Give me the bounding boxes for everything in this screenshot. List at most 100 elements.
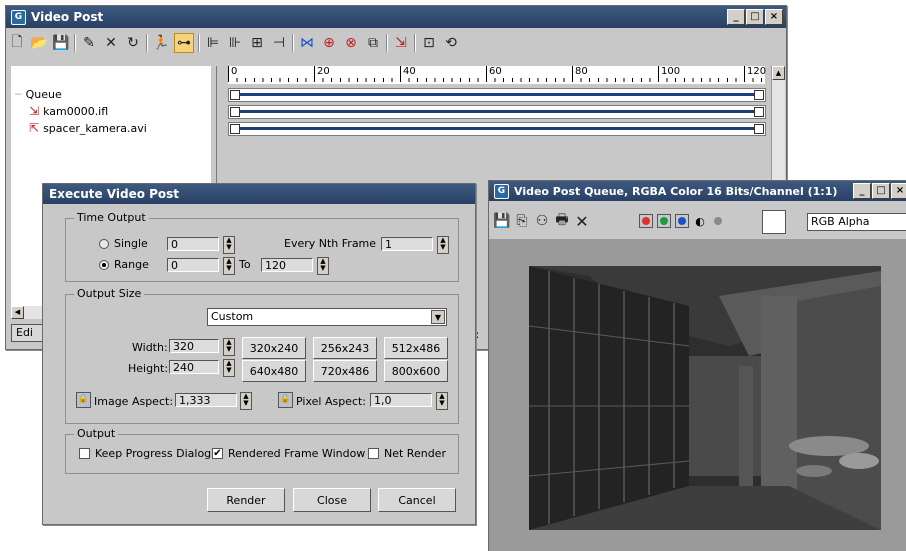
single-frame-spinner[interactable]: ▲ ▼: [223, 236, 235, 254]
width-spinner[interactable]: ▲ ▼: [223, 338, 235, 356]
scroll-up-button[interactable]: ▲: [772, 66, 785, 80]
video-post-toolbar: 🗋 📂 💾 ✎ ✕ ↻ 🏃 ⊶ ⊫ ⊪ ⊞ ⊣ ⋈ ⊕ ⊗ ⧉ ⇲ ⊡ ⟲: [8, 31, 460, 55]
range-to-spinner[interactable]: ▲ ▼: [317, 257, 329, 275]
height-label: Height:: [128, 362, 169, 375]
preset-button-256x243[interactable]: 256x243: [313, 337, 377, 359]
queue-minimize-button[interactable]: _: [853, 183, 871, 199]
cancel-button[interactable]: Cancel: [378, 488, 456, 512]
preset-button-320x240[interactable]: 320x240: [242, 337, 306, 359]
add-image-input-icon[interactable]: ⊕: [320, 34, 338, 52]
align-right-icon[interactable]: ⊪: [226, 34, 244, 52]
preset-button-512x486[interactable]: 512x486: [384, 337, 448, 359]
queue-titlebar[interactable]: G Video Post Queue, RGBA Color 16 Bits/C…: [489, 181, 906, 201]
video-post-title: Video Post: [31, 10, 104, 24]
range-from-spinner[interactable]: ▲ ▼: [223, 257, 235, 275]
print-icon[interactable]: 🖶: [553, 212, 571, 230]
track-icon[interactable]: ⚇: [533, 212, 551, 230]
queue-item-image-output[interactable]: ⇱ spacer_kamera.avi: [29, 121, 147, 135]
add-image-filter-icon[interactable]: ⊗: [342, 34, 360, 52]
pixel-aspect-lock-icon[interactable]: 🔒: [278, 392, 293, 408]
preset-button-720x486[interactable]: 720x486: [313, 360, 377, 382]
red-channel-toggle[interactable]: [639, 214, 653, 228]
green-channel-toggle[interactable]: [657, 214, 671, 228]
pixel-aspect-spinner[interactable]: ▲ ▼: [436, 392, 448, 410]
background-color-swatch[interactable]: [762, 210, 786, 234]
red-dot-icon: [642, 217, 650, 225]
add-external-icon[interactable]: ⊡: [420, 34, 438, 52]
save-icon[interactable]: 💾: [52, 34, 70, 52]
range-radio[interactable]: [99, 260, 109, 270]
every-nth-label: Every Nth Frame: [284, 237, 377, 250]
new-icon[interactable]: 🗋: [8, 34, 26, 52]
rendered-frame-image: [529, 266, 881, 530]
image-aspect-lock-icon[interactable]: 🔒: [76, 392, 91, 408]
mono-toggle[interactable]: ◐: [693, 214, 707, 228]
execute-icon[interactable]: 🏃: [152, 34, 170, 52]
keep-progress-checkbox[interactable]: [79, 448, 90, 459]
height-spinner[interactable]: ▲ ▼: [223, 359, 235, 377]
align-left-icon[interactable]: ⊫: [204, 34, 222, 52]
execute-titlebar[interactable]: Execute Video Post: [43, 184, 475, 204]
video-post-titlebar[interactable]: G Video Post _ □ ×: [6, 6, 786, 28]
pixel-aspect-label: Pixel Aspect:: [296, 395, 367, 408]
channel-display-select[interactable]: RGB Alpha: [807, 213, 906, 231]
width-field[interactable]: 320: [169, 339, 219, 353]
queue-app-logo-icon: G: [494, 183, 509, 199]
close-dialog-button[interactable]: Close: [293, 488, 371, 512]
scroll-left-button[interactable]: ◀: [11, 306, 24, 319]
range-bar-2[interactable]: [228, 105, 766, 119]
swap-icon[interactable]: ↻: [124, 34, 142, 52]
queue-close-button[interactable]: ×: [891, 183, 906, 199]
open-icon[interactable]: 📂: [30, 34, 48, 52]
rendered-frame-area: [489, 239, 906, 551]
save-image-icon[interactable]: 💾: [493, 212, 511, 230]
rendered-frame-label: Rendered Frame Window: [228, 447, 366, 460]
add-scene-icon[interactable]: ⋈: [298, 34, 316, 52]
single-label: Single: [114, 237, 148, 250]
range-from-field[interactable]: 0: [167, 258, 219, 272]
single-radio[interactable]: [99, 239, 109, 249]
maximize-button[interactable]: □: [746, 9, 764, 25]
preset-button-640x480[interactable]: 640x480: [242, 360, 306, 382]
every-nth-spinner[interactable]: ▲ ▼: [437, 236, 449, 254]
blue-channel-toggle[interactable]: [675, 214, 689, 228]
output-size-preset-select[interactable]: Custom ▼: [207, 308, 447, 326]
queue-root[interactable]: ┈ Queue: [15, 88, 62, 101]
single-frame-field[interactable]: 0: [167, 237, 219, 251]
add-image-output-icon[interactable]: ⇲: [392, 34, 410, 52]
render-button[interactable]: Render: [207, 488, 285, 512]
range-to-field[interactable]: 120: [261, 258, 313, 272]
every-nth-field[interactable]: 1: [381, 237, 433, 251]
net-render-checkbox[interactable]: [368, 448, 379, 459]
same-size-icon[interactable]: ⊞: [248, 34, 266, 52]
image-aspect-field[interactable]: 1,333: [175, 393, 237, 407]
clear-icon[interactable]: ✕: [573, 212, 591, 231]
output-size-label: Output Size: [74, 287, 145, 300]
edit-icon[interactable]: ✎: [80, 34, 98, 52]
queue-maximize-button[interactable]: □: [872, 183, 890, 199]
preset-button-800x600[interactable]: 800x600: [384, 360, 448, 382]
queue-item-image-input[interactable]: ⇲ kam0000.ifl: [29, 104, 108, 118]
clone-icon[interactable]: ⎘: [513, 212, 531, 230]
image-aspect-spinner[interactable]: ▲ ▼: [240, 392, 252, 410]
image-aspect-label: Image Aspect:: [94, 395, 174, 408]
pixel-aspect-field[interactable]: 1,0: [370, 393, 432, 407]
range-bar-1[interactable]: [228, 88, 766, 102]
execute-video-post-dialog: Execute Video Post Time Output Single 0 …: [42, 183, 476, 525]
edit-range-bar-icon[interactable]: ⊶: [174, 33, 194, 53]
output-label: Output: [74, 427, 119, 440]
minimize-button[interactable]: _: [727, 9, 745, 25]
green-dot-icon: [660, 217, 668, 225]
rendered-frame-checkbox[interactable]: ✔: [212, 448, 223, 459]
alpha-toggle[interactable]: [711, 214, 725, 228]
range-bar-3[interactable]: [228, 122, 766, 136]
add-layer-icon[interactable]: ⧉: [364, 34, 382, 52]
range-label: Range: [114, 258, 149, 271]
add-loop-icon[interactable]: ⟲: [442, 34, 460, 52]
close-button[interactable]: ×: [765, 9, 783, 25]
execute-title: Execute Video Post: [49, 187, 180, 201]
abut-icon[interactable]: ⊣: [270, 34, 288, 52]
to-label: To: [239, 258, 251, 271]
delete-icon[interactable]: ✕: [102, 34, 120, 52]
height-field[interactable]: 240: [169, 360, 219, 374]
